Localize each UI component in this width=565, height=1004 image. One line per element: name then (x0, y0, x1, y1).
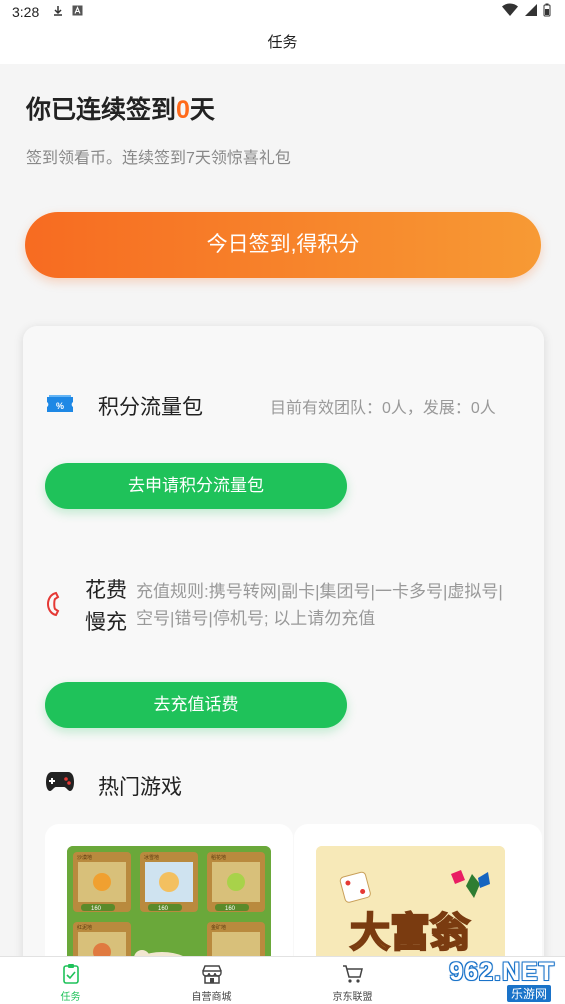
gamepad-icon (46, 772, 74, 791)
clipboard-icon (62, 964, 79, 984)
signal-icon (524, 4, 537, 16)
team-info: 目前有效团队：0人，发展：0人 (270, 400, 496, 417)
site-watermark-logo: 962.NET 乐游网 (409, 958, 559, 1002)
tab-jd-alliance[interactable]: 京东联盟 (282, 957, 423, 1004)
phone-icon (46, 591, 60, 617)
daily-sign-in-button[interactable]: 今日签到,得积分 (25, 212, 541, 278)
watermark-name: 乐游网 (506, 985, 551, 1002)
tab-label-jd-alliance: 京东联盟 (332, 992, 373, 1003)
headline-prefix: 你已连续签到 (26, 96, 177, 124)
download-icon (52, 5, 64, 20)
apply-points-pack-button[interactable]: 去申请积分流量包 (45, 463, 347, 509)
game2-logo: 大富翁 (350, 911, 470, 955)
recharge-phone-button[interactable]: 去充值话费 (45, 682, 347, 728)
status-time: 3:28 (12, 4, 40, 20)
game1-value-1: 160 (91, 906, 102, 912)
cart-icon (342, 965, 363, 983)
game1-label-5: 金矿地 (211, 924, 226, 931)
status-bar: 3:28 (0, 0, 565, 24)
a-icon (72, 5, 83, 19)
wifi-icon (502, 3, 519, 16)
streak-days: 0 (176, 96, 190, 124)
game1-value-2: 160 (158, 906, 169, 912)
tab-tasks[interactable]: 任务 (0, 957, 141, 1004)
sign-description: 签到领看币。连续签到7天领惊喜礼包 (26, 150, 291, 167)
phone-recharge-title: 花费慢充 (85, 579, 127, 634)
svg-text:%: % (56, 401, 64, 411)
store-icon (201, 965, 222, 984)
points-pack-title: 积分流量包 (98, 396, 203, 419)
game1-label-4: 红泥地 (77, 924, 92, 931)
page-title: 任务 (0, 24, 565, 64)
headline-suffix: 天 (189, 96, 215, 124)
tab-store[interactable]: 自营商城 (141, 957, 282, 1004)
ticket-icon: % (47, 395, 73, 412)
battery-icon (543, 3, 551, 17)
game1-value-3: 160 (225, 906, 236, 912)
tab-label-store: 自营商城 (191, 992, 232, 1003)
hot-games-title: 热门游戏 (98, 776, 182, 799)
recharge-rules: 充值规则:携号转网|副卡|集团号|一卡多号|虚拟号|空号|错号|停机号; 以上请… (136, 582, 503, 628)
tab-label-tasks: 任务 (60, 992, 81, 1003)
watermark-site: 962.NET (449, 958, 555, 986)
status-right-icons (502, 3, 551, 20)
game1-label-2: 冰雪地 (144, 854, 159, 861)
game1-label-1: 沙漠地 (77, 854, 92, 861)
game1-label-3: 稻花地 (211, 854, 226, 861)
sign-streak-headline: 你已连续签到0天 (26, 90, 215, 126)
